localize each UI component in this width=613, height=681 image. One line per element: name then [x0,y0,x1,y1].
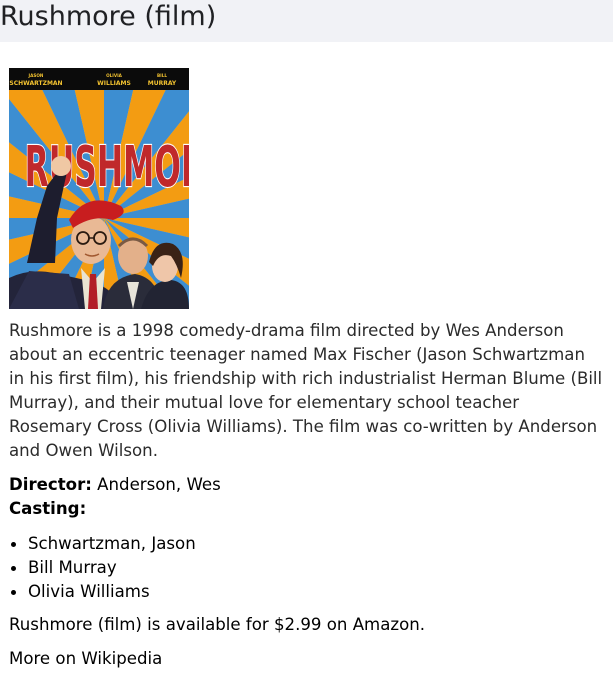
list-item: Schwartzman, Jason [11,532,196,556]
cast-list: Schwartzman, Jason Bill Murray Olivia Wi… [9,532,196,604]
director-label: Director: [9,475,92,494]
movie-poster: JASON SCHWARTZMAN OLIVIA WILLIAMS BILL M… [9,68,189,309]
poster-cast-3-last: MURRAY [148,80,177,87]
poster-cast-2-last: WILLIAMS [97,80,131,87]
poster-cast-1-last: SCHWARTZMAN [9,80,62,87]
page-title: Rushmore (film) [0,1,217,32]
poster-cast-1-first: JASON [28,73,44,78]
casting-label-line: Casting: [9,497,86,521]
film-description: Rushmore is a 1998 comedy-drama film dir… [9,321,603,460]
list-item: Olivia Williams [11,580,196,604]
wikipedia-link[interactable]: More on Wikipedia [9,647,162,671]
availability-text: Rushmore (film) is available for $2.99 o… [9,615,426,634]
poster-cast-2-first: OLIVIA [106,73,123,78]
title-bar: Rushmore (film) [0,0,613,42]
list-item: Bill Murray [11,556,196,580]
director-line: Director: Anderson, Wes [9,473,221,497]
director-value: Anderson, Wes [97,475,221,494]
poster-cast-3-first: BILL [157,73,167,78]
casting-label: Casting: [9,499,87,518]
